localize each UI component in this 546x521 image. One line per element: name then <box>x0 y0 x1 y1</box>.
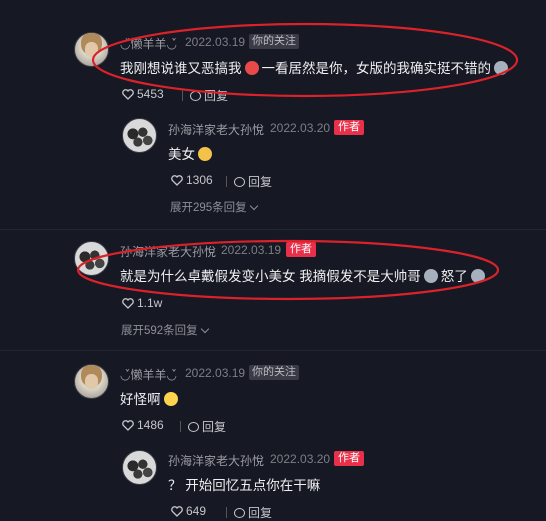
angry-emoji-icon <box>244 61 259 75</box>
like-count: 1486 <box>137 418 164 432</box>
reply-username[interactable]: 孙海洋家老大孙悅 <box>168 121 264 138</box>
cat-emoji-icon <box>494 61 508 75</box>
reply-text: ？ 开始回忆五点你在干嘛 <box>168 478 321 493</box>
following-badge: 你的关注 <box>249 34 299 49</box>
cat-emoji-icon <box>470 269 485 283</box>
reply-bubble-icon <box>188 421 199 432</box>
comment-date: 2022.03.19 <box>221 243 282 257</box>
author-badge: 作者 <box>286 242 316 257</box>
avatar[interactable] <box>74 241 109 276</box>
divider <box>182 90 183 101</box>
star-eyes-emoji-icon <box>198 147 212 161</box>
reply-text: 美女 <box>168 143 215 163</box>
comment-text: 我刚想说谁又恶搞我 一看居然是你，女版的我确实挺不错的 <box>120 57 511 77</box>
comment-date: 2022.03.19 <box>185 366 246 380</box>
chevron-down-icon <box>200 324 209 334</box>
reply-label: 回复 <box>204 89 229 103</box>
author-badge: 作者 <box>334 120 364 135</box>
expand-replies-label: 展开592条回复 <box>121 325 198 337</box>
divider <box>0 229 546 230</box>
divider <box>180 421 181 432</box>
like-count: 649 <box>186 504 207 518</box>
reply-date: 2022.03.20 <box>270 121 331 135</box>
comment-date: 2022.03.19 <box>185 35 246 49</box>
expand-replies-label: 展开295条回复 <box>170 202 247 214</box>
like-count: 1306 <box>186 173 213 187</box>
like-count: 5453 <box>137 87 164 101</box>
like-button[interactable]: 1306 <box>171 173 213 187</box>
reply-username[interactable]: 孙海洋家老大孙悅 <box>168 452 264 469</box>
expand-replies-button[interactable]: 展开295条回复 <box>170 199 258 215</box>
comment-text: 好怪啊 <box>120 388 181 408</box>
like-button[interactable]: 1.1w <box>122 296 162 310</box>
reply-button[interactable]: 回复 <box>176 87 228 104</box>
sleepy-emoji-icon <box>163 392 178 406</box>
reply-bubble-icon <box>190 90 201 101</box>
comment-username[interactable]: 孙海洋家老大孙悅 <box>120 243 216 260</box>
reply-button[interactable]: 回复 <box>174 418 226 435</box>
author-badge: 作者 <box>334 451 364 466</box>
comment-username[interactable]: ◡́̀懒羊羊◡́̀ <box>120 366 177 383</box>
heart-icon <box>122 297 134 309</box>
comment-text: 就是为什么卓戴假发变小美女 我摘假发不是大帅哥 怒了 <box>120 265 488 285</box>
expand-replies-button[interactable]: 展开592条回复 <box>121 322 209 338</box>
reply-bubble-icon <box>234 176 245 187</box>
avatar[interactable] <box>122 450 157 485</box>
heart-icon <box>122 419 134 431</box>
avatar[interactable] <box>122 118 157 153</box>
reply-label: 回复 <box>248 175 273 189</box>
following-badge: 你的关注 <box>249 365 299 380</box>
comment-text-part: 我刚想说谁又恶搞我 <box>120 61 242 76</box>
comment-username[interactable]: ◡́̀懒羊羊◡́̀ <box>120 35 177 52</box>
like-count: 1.1w <box>137 296 163 310</box>
reply-label: 回复 <box>202 420 227 434</box>
avatar[interactable] <box>74 32 109 67</box>
comment-text-part: 怒了 <box>440 269 468 284</box>
chevron-down-icon <box>249 201 258 211</box>
heart-icon <box>122 88 134 100</box>
comment-text-part: 一看居然是你，女版的我确实挺不错的 <box>261 61 492 76</box>
comment-text-part: 好怪啊 <box>120 392 161 407</box>
reply-date: 2022.03.20 <box>270 452 331 466</box>
like-button[interactable]: 1486 <box>122 418 164 432</box>
heart-icon <box>171 505 183 517</box>
avatar[interactable] <box>74 364 109 399</box>
reply-button[interactable]: 回复 <box>220 173 272 190</box>
heart-icon <box>171 174 183 186</box>
cat-emoji-icon <box>423 269 438 283</box>
divider <box>0 350 546 351</box>
comment-text-part: 就是为什么卓戴假发变小美女 我摘假发不是大帅哥 <box>120 269 421 284</box>
reply-text-part: 美女 <box>168 147 195 162</box>
like-button[interactable]: 5453 <box>122 87 164 101</box>
divider <box>226 176 227 187</box>
like-button[interactable]: 649 <box>171 504 206 518</box>
